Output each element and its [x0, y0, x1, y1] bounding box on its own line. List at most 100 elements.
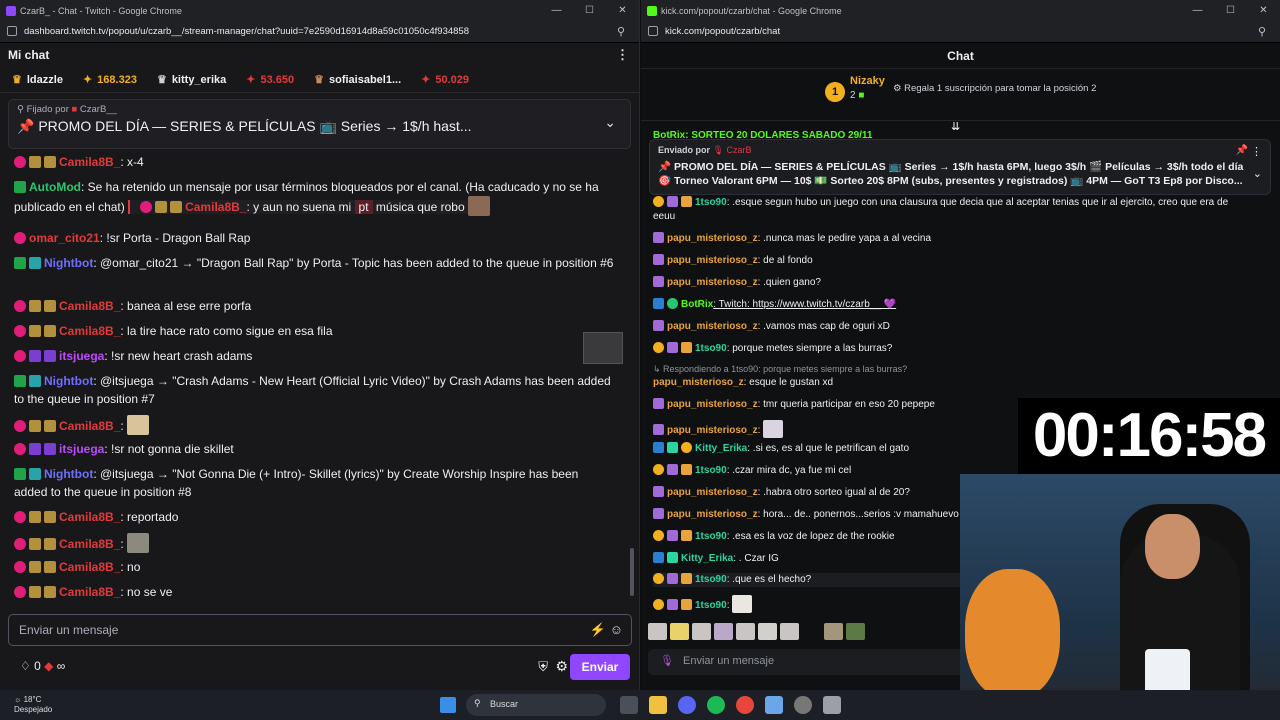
pin-icon[interactable]: 📌 [1236, 145, 1248, 156]
minimize-icon[interactable]: — [540, 0, 573, 21]
emote[interactable] [846, 623, 865, 640]
power-ups-icon[interactable]: ⚡ [590, 622, 606, 637]
emote[interactable] [714, 623, 733, 640]
mod-badge-icon [653, 552, 664, 563]
task-view-icon[interactable] [620, 696, 638, 714]
chat-message: itsjuega: !sr not gonna die skillet [14, 440, 614, 458]
spotify-icon[interactable] [707, 696, 725, 714]
reply-context[interactable]: ↳ Respondiendo a 1tso90: porque metes si… [653, 362, 1263, 376]
gift-prompt[interactable]: ⚙ Regala 1 suscripción para tomar la pos… [893, 83, 1096, 94]
gift-icon: ■ [858, 90, 865, 101]
sub-badge-icon [14, 232, 26, 244]
file-explorer-icon[interactable] [649, 696, 667, 714]
scroll-down-icon[interactable]: ⇊ [951, 120, 960, 133]
discord-icon[interactable] [678, 696, 696, 714]
more-options-icon[interactable]: ⋮ [616, 47, 629, 63]
obs-icon[interactable] [794, 696, 812, 714]
settings-gear-icon[interactable]: ⚙ [555, 658, 568, 675]
verified-badge-icon [667, 298, 678, 309]
webcam-feed [960, 474, 1280, 720]
chat-header: Mi chat ⋮ [0, 43, 639, 67]
gifter-badge-icon [653, 573, 664, 584]
floating-thumbnail[interactable] [583, 332, 623, 364]
sub-badge-icon [653, 276, 664, 287]
sub-badge-icon [14, 586, 26, 598]
kick-pinned-message[interactable]: Enviado por 🎙 CzarB 📌 PROMO DEL DÍA — SE… [649, 139, 1271, 195]
taskbar: ☼ 18°C Despejado ⚲ Buscar [0, 690, 1280, 720]
chat-message: Camila8B_: [14, 533, 614, 553]
kick-pinned-line1: 📌 PROMO DEL DÍA — SERIES & PELÍCULAS 📺 S… [658, 161, 1244, 173]
minimize-icon[interactable]: — [1181, 0, 1214, 21]
chat-message: Camila8B_: banea al ese erre porfa [14, 297, 614, 315]
sub-badge-icon [14, 350, 26, 362]
calculator-icon[interactable] [823, 696, 841, 714]
weather-widget[interactable]: ☼ 18°C Despejado [14, 695, 52, 715]
chat-message: Nightbot: @itsjuega → "Crash Adams - New… [14, 374, 611, 406]
left-address-bar[interactable]: dashboard.twitch.tv/popout/u/czarb__/str… [0, 21, 639, 43]
leader-item[interactable]: ✦ 50.029 [421, 73, 469, 87]
maximize-icon[interactable]: ☐ [1214, 0, 1247, 21]
chat-scrollbar[interactable] [630, 548, 634, 596]
chat-message: Camila8B_: no [14, 558, 614, 576]
site-info-icon[interactable] [648, 26, 658, 36]
gift-badge-icon [44, 511, 56, 523]
site-info-icon[interactable] [7, 26, 17, 36]
top-gifter-name[interactable]: Nizaky [850, 75, 885, 87]
twitch-favicon-icon [6, 5, 16, 16]
zoom-icon[interactable]: ⚲ [617, 25, 625, 38]
vip-badge-icon [667, 552, 678, 563]
leader-item[interactable]: ♛ sofiaisabel1... [314, 73, 401, 87]
bits-icon: ✦ [82, 74, 93, 86]
kick-chat-input[interactable]: 🎙 Enviar un mensaje [648, 649, 964, 675]
emote-picker-icon[interactable]: ☺ [610, 622, 623, 637]
chat-input[interactable]: Enviar un mensaje ⚡ ☺ [8, 614, 632, 646]
notepad-icon[interactable] [765, 696, 783, 714]
more-options-icon[interactable]: ⋮ [1251, 145, 1262, 158]
right-titlebar: kick.com/popout/czarb/chat - Google Chro… [641, 0, 1280, 21]
close-icon[interactable]: ✕ [606, 0, 639, 21]
sub-badge-icon [667, 599, 678, 610]
emote[interactable] [780, 623, 799, 640]
maximize-icon[interactable]: ☐ [573, 0, 606, 21]
close-icon[interactable]: ✕ [1247, 0, 1280, 21]
emote[interactable] [648, 623, 667, 640]
chevron-down-icon[interactable]: ⌄ [604, 114, 616, 131]
right-address-bar[interactable]: kick.com/popout/czarb/chat ⚲ [641, 21, 1280, 43]
leader-item[interactable]: ♛ ldazzle [12, 73, 63, 87]
gift-badge-icon [44, 156, 56, 168]
left-titlebar: CzarB_ - Chat - Twitch - Google Chrome —… [0, 0, 639, 21]
gifter-badge-icon [653, 599, 664, 610]
chrome-icon[interactable] [736, 696, 754, 714]
crown-icon: ♛ [314, 74, 324, 86]
verified-badge-icon [14, 468, 26, 480]
emote[interactable] [824, 623, 843, 640]
gifter-badge-icon [653, 196, 664, 207]
zoom-icon[interactable]: ⚲ [1258, 25, 1266, 38]
pinned-message[interactable]: ⚲ Fijado por ■ CzarB__ 📌 PROMO DEL DÍA —… [8, 99, 631, 149]
leader-item[interactable]: ✦ 168.323 [82, 73, 137, 87]
sub-badge-icon [667, 196, 678, 207]
pinned-by: ⚲ Fijado por ■ CzarB__ [17, 104, 117, 115]
leader-item[interactable]: ✦ 53.650 [246, 73, 294, 87]
kick-message: papu_misterioso_z: .nunca mas le pedire … [653, 232, 1263, 246]
send-button[interactable]: Enviar [570, 654, 630, 680]
start-button-icon[interactable] [440, 697, 456, 713]
gift-badge-icon [44, 538, 56, 550]
mic-icon[interactable]: 🎙 [660, 654, 674, 667]
channel-points[interactable]: ♢ 0 ◆ ∞ [20, 659, 65, 673]
sub-badge-icon [667, 573, 678, 584]
chevron-down-icon[interactable]: ⌄ [1253, 167, 1262, 180]
emote[interactable] [670, 623, 689, 640]
rank-badge: 1 [825, 82, 845, 102]
emote[interactable] [692, 623, 711, 640]
kick-chat-title: Chat [641, 43, 1280, 69]
chat-message: itsjuega: !sr new heart crash adams [14, 347, 614, 365]
bot-badge-icon [653, 298, 664, 309]
emote[interactable] [802, 623, 821, 640]
emote[interactable] [758, 623, 777, 640]
emote[interactable] [736, 623, 755, 640]
mod-shield-icon[interactable]: ⛨ [538, 659, 548, 675]
leader-item[interactable]: ♛ kitty_erika [157, 73, 226, 87]
tier-badge-icon [29, 350, 41, 362]
taskbar-search[interactable]: ⚲ Buscar [466, 694, 606, 716]
